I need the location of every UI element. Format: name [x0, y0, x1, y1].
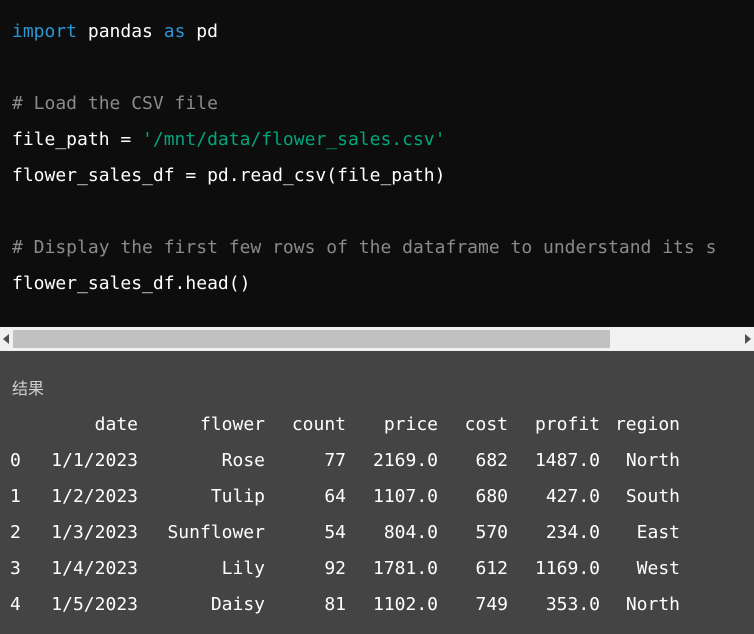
cell-price: 1781.0	[372, 558, 438, 579]
cell-date: 1/2/2023	[51, 486, 138, 507]
cell-region: North	[625, 450, 680, 471]
module-name: pandas	[77, 21, 164, 42]
cell-cost: 682	[475, 450, 508, 471]
column-header-count: count	[291, 414, 346, 435]
column-header-flower: flower	[199, 414, 265, 435]
code-line-head: flower_sales_df.head()	[12, 273, 251, 294]
cell-profit: 234.0	[545, 522, 600, 543]
column-header-date: date	[94, 414, 138, 435]
filepath-assign: file_path =	[12, 129, 143, 150]
result-label: 结果	[12, 379, 45, 398]
cell-cost: 612	[475, 558, 508, 579]
code-comment-display: # Display the first few rows of the data…	[12, 237, 717, 258]
cell-count: 77	[324, 450, 346, 471]
cell-date: 1/1/2023	[51, 450, 138, 471]
cell-cost: 570	[475, 522, 508, 543]
column-header-cost: cost	[464, 414, 508, 435]
row-index: 2	[10, 522, 21, 543]
cell-flower: Tulip	[210, 486, 265, 507]
cell-flower: Rose	[221, 450, 265, 471]
cell-profit: 353.0	[545, 594, 600, 615]
column-header-price: price	[383, 414, 438, 435]
row-index: 3	[10, 558, 21, 579]
cell-flower: Daisy	[210, 594, 265, 615]
keyword-as: as	[163, 21, 186, 42]
code-block: import pandas as pd # Load the CSV file …	[0, 0, 754, 327]
cell-date: 1/4/2023	[51, 558, 138, 579]
cell-count: 64	[324, 486, 346, 507]
cell-cost: 749	[475, 594, 508, 615]
cell-region: East	[636, 522, 680, 543]
cell-region: West	[636, 558, 680, 579]
column-header-region: region	[614, 414, 680, 435]
code-line-import: import pandas as pd	[12, 20, 218, 44]
row-index: 1	[10, 486, 21, 507]
row-index: 0	[10, 450, 21, 471]
cell-count: 81	[324, 594, 346, 615]
cell-price: 1102.0	[372, 594, 438, 615]
keyword-import: import	[12, 21, 78, 42]
cell-profit: 427.0	[545, 486, 600, 507]
row-index: 4	[10, 594, 21, 615]
cell-profit: 1487.0	[534, 450, 600, 471]
cell-profit: 1169.0	[534, 558, 600, 579]
cell-flower: Lily	[221, 558, 265, 579]
cell-flower: Sunflower	[167, 522, 265, 543]
cell-count: 54	[324, 522, 346, 543]
cell-price: 1107.0	[372, 486, 438, 507]
module-alias: pd	[185, 21, 218, 42]
code-line-filepath: file_path = '/mnt/data/flower_sales.csv'	[12, 128, 445, 152]
horizontal-scrollbar[interactable]	[0, 327, 754, 351]
cell-count: 92	[324, 558, 346, 579]
scroll-right-button[interactable]	[742, 327, 754, 351]
cell-price: 2169.0	[372, 450, 438, 471]
scrollbar-thumb[interactable]	[13, 330, 610, 348]
column-header-profit: profit	[534, 414, 600, 435]
cell-region: North	[625, 594, 680, 615]
cell-price: 804.0	[383, 522, 438, 543]
result-panel: 结果 date flower count price cost profit r…	[0, 351, 754, 634]
filepath-string: '/mnt/data/flower_sales.csv'	[142, 129, 446, 150]
cell-region: South	[625, 486, 680, 507]
cell-date: 1/3/2023	[51, 522, 138, 543]
chevron-right-icon	[745, 334, 751, 344]
cell-cost: 680	[475, 486, 508, 507]
code-comment-load: # Load the CSV file	[12, 93, 218, 114]
chevron-left-icon	[3, 334, 9, 344]
scroll-left-button[interactable]	[0, 327, 12, 351]
code-line-read-csv: flower_sales_df = pd.read_csv(file_path)	[12, 165, 446, 186]
cell-date: 1/5/2023	[51, 594, 138, 615]
